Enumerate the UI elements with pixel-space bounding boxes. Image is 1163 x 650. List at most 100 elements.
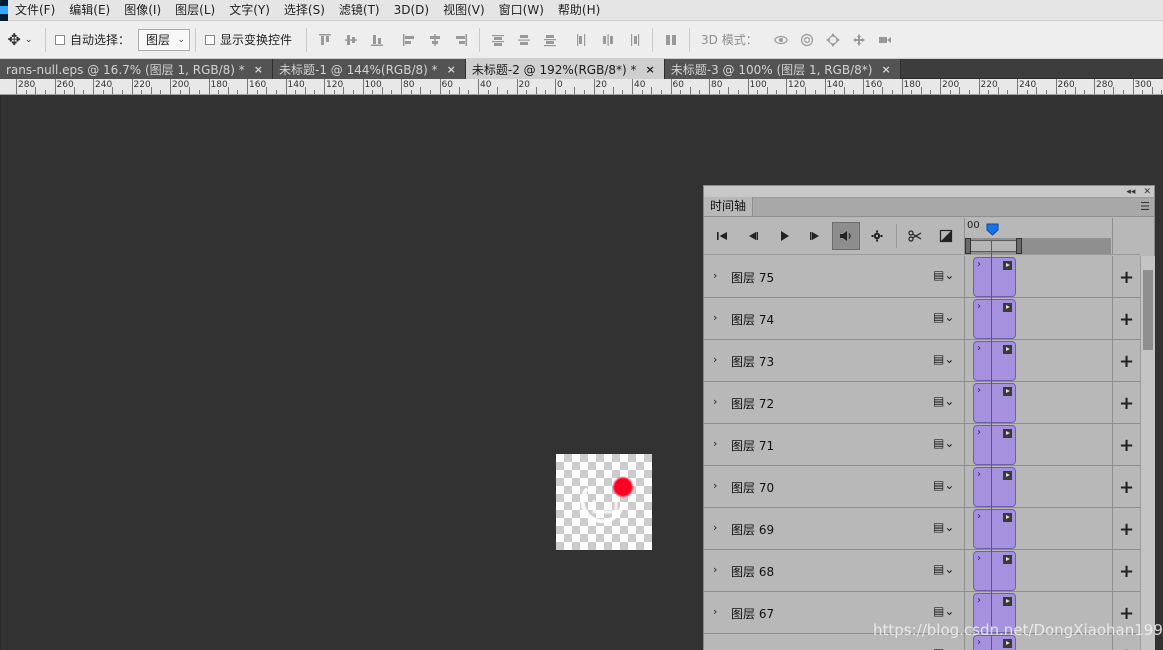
clip-expand-icon[interactable]: › <box>977 511 981 522</box>
add-media-button[interactable]: + <box>1112 424 1140 466</box>
audio-toggle-button[interactable] <box>832 222 860 250</box>
show-transform-checkbox[interactable]: 显示变换控件 <box>205 31 292 48</box>
clip-media-icon[interactable] <box>1003 261 1012 270</box>
add-media-button[interactable]: + <box>1112 508 1140 550</box>
distribute-right-button[interactable] <box>623 29 645 51</box>
add-media-button[interactable]: + <box>1112 466 1140 508</box>
expand-chevron-icon[interactable]: › <box>713 395 717 408</box>
tab-timeline[interactable]: 时间轴 <box>704 197 754 216</box>
menu-3d[interactable]: 3D(D) <box>387 0 436 21</box>
clip-media-icon[interactable] <box>1003 345 1012 354</box>
collapse-icon[interactable]: ◂◂ <box>1126 186 1135 198</box>
clip-expand-icon[interactable]: › <box>977 427 981 438</box>
film-menu-icon[interactable]: ▤⌄ <box>933 520 954 534</box>
panel-menu-icon[interactable]: ☰ <box>1140 197 1154 216</box>
film-menu-icon[interactable]: ▤⌄ <box>933 562 954 576</box>
add-media-button[interactable]: + <box>1112 382 1140 424</box>
distribute-vcenter-button[interactable] <box>513 29 535 51</box>
add-media-button[interactable]: + <box>1112 340 1140 382</box>
close-icon[interactable]: ✕ <box>1143 186 1151 198</box>
previous-frame-button[interactable] <box>739 222 767 250</box>
work-area-range[interactable] <box>969 240 1022 252</box>
expand-chevron-icon[interactable]: › <box>713 437 717 450</box>
clip-expand-icon[interactable]: › <box>977 301 981 312</box>
film-menu-icon[interactable]: ▤⌄ <box>933 646 954 650</box>
clip-media-icon[interactable] <box>1003 639 1012 648</box>
play-button[interactable] <box>770 222 798 250</box>
auto-select-target-select[interactable]: 图层 ⌄ <box>138 28 191 51</box>
add-media-button[interactable]: + <box>1112 256 1140 298</box>
menu-window[interactable]: 窗口(W) <box>492 0 551 21</box>
close-icon[interactable]: × <box>447 63 456 76</box>
film-menu-icon[interactable]: ▤⌄ <box>933 310 954 324</box>
timeline-track[interactable]: › 图层 69 ▤⌄ › + <box>704 508 1140 550</box>
align-bottom-button[interactable] <box>366 29 388 51</box>
film-menu-icon[interactable]: ▤⌄ <box>933 604 954 618</box>
timeline-track[interactable]: › 图层 75 ▤⌄ › + <box>704 256 1140 298</box>
film-menu-icon[interactable]: ▤⌄ <box>933 394 954 408</box>
film-menu-icon[interactable]: ▤⌄ <box>933 478 954 492</box>
layer-clip[interactable]: › <box>973 425 1016 465</box>
clip-expand-icon[interactable]: › <box>977 595 981 606</box>
film-menu-icon[interactable]: ▤⌄ <box>933 352 954 366</box>
timeline-track[interactable]: › 图层 71 ▤⌄ › + <box>704 424 1140 466</box>
timeline-track[interactable]: › 图层 68 ▤⌄ › + <box>704 550 1140 592</box>
add-media-button[interactable]: + <box>1112 298 1140 340</box>
split-button[interactable] <box>901 222 929 250</box>
align-hcenter-button[interactable] <box>424 29 446 51</box>
work-area-start-handle[interactable] <box>965 238 971 254</box>
add-media-button[interactable]: + <box>1112 550 1140 592</box>
3d-scale-button[interactable] <box>874 29 896 51</box>
move-tool-preset[interactable]: ✥ ⌄ <box>0 30 40 49</box>
distribute-bottom-button[interactable] <box>539 29 561 51</box>
clip-expand-icon[interactable]: › <box>977 259 981 270</box>
align-right-button[interactable] <box>450 29 472 51</box>
timeline-track[interactable]: › 图层 74 ▤⌄ › + <box>704 298 1140 340</box>
clip-media-icon[interactable] <box>1003 471 1012 480</box>
auto-select-checkbox[interactable]: 自动选择： <box>55 31 130 48</box>
expand-chevron-icon[interactable]: › <box>713 521 717 534</box>
tab-document-active[interactable]: 未标题-2 @ 192%(RGB/8*) * × <box>465 59 665 79</box>
menu-filter[interactable]: 滤镜(T) <box>332 0 387 21</box>
work-area-end-handle[interactable] <box>1016 238 1022 254</box>
clip-media-icon[interactable] <box>1003 303 1012 312</box>
tab-document[interactable]: 未标题-1 @ 144%(RGB/8) * × <box>273 59 466 79</box>
first-frame-button[interactable] <box>708 222 736 250</box>
layer-clip[interactable]: › <box>973 383 1016 423</box>
3d-orbit-button[interactable] <box>770 29 792 51</box>
document-image[interactable] <box>556 454 652 550</box>
3d-slide-button[interactable] <box>848 29 870 51</box>
align-left-button[interactable] <box>398 29 420 51</box>
clip-media-icon[interactable] <box>1003 555 1012 564</box>
auto-align-button[interactable] <box>660 29 682 51</box>
clip-media-icon[interactable] <box>1003 429 1012 438</box>
layer-clip[interactable]: › <box>973 299 1016 339</box>
expand-chevron-icon[interactable]: › <box>713 563 717 576</box>
close-icon[interactable]: × <box>254 63 263 76</box>
close-icon[interactable]: × <box>646 63 655 76</box>
tab-document[interactable]: rans-null.eps @ 16.7% (图层 1, RGB/8) * × <box>0 59 274 79</box>
clip-media-icon[interactable] <box>1003 513 1012 522</box>
clip-media-icon[interactable] <box>1003 387 1012 396</box>
menu-layer[interactable]: 图层(L) <box>168 0 222 21</box>
time-ruler[interactable]: 00 <box>964 218 1112 255</box>
settings-button[interactable] <box>863 222 891 250</box>
tab-document[interactable]: 未标题-3 @ 100% (图层 1, RGB/8*) × <box>664 59 901 79</box>
film-menu-icon[interactable]: ▤⌄ <box>933 436 954 450</box>
clip-expand-icon[interactable]: › <box>977 553 981 564</box>
close-icon[interactable]: × <box>881 63 890 76</box>
align-top-button[interactable] <box>314 29 336 51</box>
menu-file[interactable]: 文件(F) <box>8 0 62 21</box>
3d-roll-button[interactable] <box>796 29 818 51</box>
layer-clip[interactable]: › <box>973 467 1016 507</box>
menu-edit[interactable]: 编辑(E) <box>62 0 117 21</box>
playhead-icon[interactable] <box>986 223 999 236</box>
film-menu-icon[interactable]: ▤⌄ <box>933 268 954 282</box>
expand-chevron-icon[interactable]: › <box>713 311 717 324</box>
clip-media-icon[interactable] <box>1003 597 1012 606</box>
clip-expand-icon[interactable]: › <box>977 343 981 354</box>
scrollbar-thumb[interactable] <box>1143 270 1153 350</box>
layer-clip[interactable]: › <box>973 509 1016 549</box>
layer-clip[interactable]: › <box>973 551 1016 591</box>
menu-view[interactable]: 视图(V) <box>436 0 492 21</box>
